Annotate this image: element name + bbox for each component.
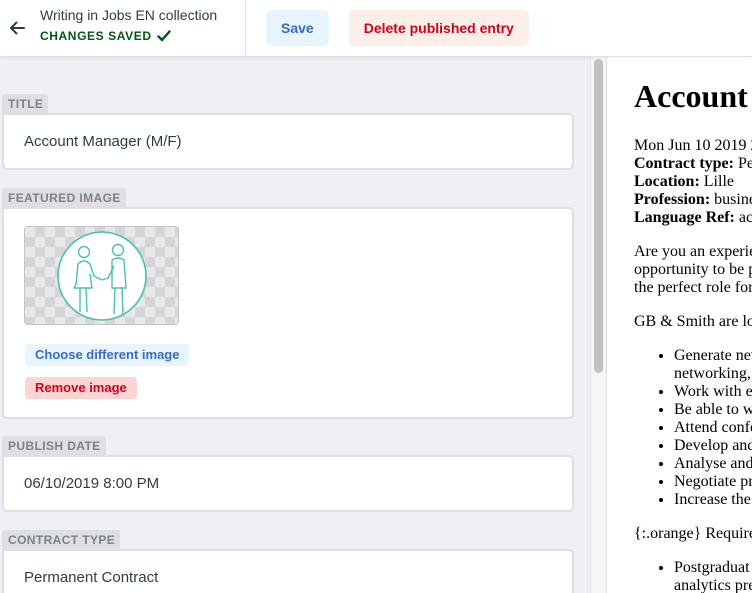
preview-date: Mon Jun 10 2019 2 <box>634 137 752 154</box>
preview-meta-row: Language Ref: ac <box>634 209 752 227</box>
publish-date-label: PUBLISH DATE <box>2 436 106 455</box>
preview-list-item: Postgraduatanalytics pre <box>674 559 752 593</box>
preview-content: Account Mon Jun 10 2019 2 Contract type:… <box>634 77 752 593</box>
preview-intro-line: Are you an experie <box>634 243 752 260</box>
preview-meta-value: busine <box>710 191 752 208</box>
handshake-illustration-icon <box>56 230 147 321</box>
save-status-label: CHANGES SAVED <box>40 29 152 43</box>
preview-list-item-line: Negotiate pr <box>674 473 752 490</box>
preview-meta-key: Location: <box>634 173 700 190</box>
preview-meta-key: Contract type: <box>634 155 734 172</box>
featured-image-label: FEATURED IMAGE <box>2 188 126 207</box>
preview-requirements-heading: {:.orange} Require <box>634 525 752 542</box>
preview-meta-value: Lille <box>699 173 734 190</box>
preview-company-paragraph: GB & Smith are lo <box>634 313 752 330</box>
editor-pane: TITLE Account Manager (M/F) FEATURED IMA… <box>0 57 606 593</box>
preview-list-item-line: networking, <box>674 365 751 382</box>
preview-meta-value: Pe <box>733 155 752 172</box>
preview-list-item-line: Develop and <box>674 437 752 454</box>
preview-list-item-line: Be able to w <box>674 401 752 418</box>
contract-type-select[interactable]: Permanent Contract <box>2 549 574 593</box>
delete-published-entry-button[interactable]: Delete published entry <box>348 10 529 46</box>
preview-meta-value: ac <box>734 209 752 226</box>
preview-list-item-line: analytics pre <box>674 577 752 593</box>
preview-title: Account <box>634 78 748 114</box>
publish-date-input[interactable]: 06/10/2019 8:00 PM <box>2 455 574 512</box>
preview-list-item-line: Postgraduat <box>674 559 750 576</box>
back-arrow-icon <box>10 21 25 35</box>
preview-responsibilities-list: Generate nevnetworking,Work with eBe abl… <box>634 347 752 509</box>
editor-toolbar: Writing in Jobs EN collection CHANGES SA… <box>0 0 752 57</box>
remove-image-button[interactable]: Remove image <box>25 377 137 399</box>
preview-meta-row: Location: Lille <box>634 173 752 191</box>
preview-intro-line: the perfect role for <box>634 279 752 296</box>
choose-different-image-button[interactable]: Choose different image <box>25 344 190 366</box>
editor-scrollbar[interactable] <box>590 57 606 593</box>
preview-list-item-line: Work with e <box>674 383 752 400</box>
preview-intro-line: opportunity to be p <box>634 261 752 278</box>
checkmark-icon <box>156 30 171 42</box>
preview-meta-row: Profession: busine <box>634 191 752 209</box>
preview-list-item: Develop and <box>674 437 752 455</box>
featured-image-field: FEATURED IMAGE Choose different image Re… <box>2 188 574 419</box>
preview-list-item-line: Analyse and <box>674 455 752 472</box>
title-label: TITLE <box>2 94 49 113</box>
preview-meta-key: Profession: <box>634 191 711 208</box>
preview-list-item: Increase the <box>674 491 752 509</box>
preview-list-item: Be able to w <box>674 401 752 419</box>
preview-meta: Mon Jun 10 2019 2 Contract type: Pe Locat… <box>634 137 752 227</box>
preview-list-item: Generate nevnetworking, <box>674 347 752 383</box>
contract-type-field: CONTRACT TYPE Permanent Contract <box>2 530 574 593</box>
collection-label: Writing in Jobs EN collection <box>40 7 218 23</box>
preview-list-item-line: Increase the <box>674 491 751 508</box>
preview-list-item-line: Generate nev <box>674 347 752 364</box>
preview-list-item: Attend confe <box>674 419 752 437</box>
featured-image-thumbnail[interactable] <box>24 226 179 325</box>
contract-type-label: CONTRACT TYPE <box>2 530 121 549</box>
preview-meta-row: Contract type: Pe <box>634 155 752 173</box>
preview-list-item: Analyse and <box>674 455 752 473</box>
save-status: CHANGES SAVED <box>40 29 245 43</box>
preview-list-item: Work with e <box>674 383 752 401</box>
preview-pane: Account Mon Jun 10 2019 2 Contract type:… <box>606 57 752 593</box>
publish-date-field: PUBLISH DATE 06/10/2019 8:00 PM <box>2 436 574 512</box>
back-button[interactable] <box>0 0 32 56</box>
preview-meta-key: Language Ref: <box>634 209 735 226</box>
editor-scrollbar-thumb[interactable] <box>594 59 603 373</box>
preview-list-item-line: Attend confe <box>674 419 752 436</box>
preview-intro-paragraph: Are you an experie opportunity to be p the… <box>634 243 752 297</box>
title-field: TITLE Account Manager (M/F) <box>2 94 574 170</box>
save-button[interactable]: Save <box>266 10 329 46</box>
toolbar-actions: Save Delete published entry <box>246 0 529 56</box>
featured-image-widget: Choose different image Remove image <box>2 207 574 419</box>
preview-requirements-list: Postgraduatanalytics pre <box>634 559 752 593</box>
title-input[interactable]: Account Manager (M/F) <box>2 113 574 170</box>
entry-title-block: Writing in Jobs EN collection CHANGES SA… <box>32 0 246 56</box>
preview-list-item: Negotiate pr <box>674 473 752 491</box>
